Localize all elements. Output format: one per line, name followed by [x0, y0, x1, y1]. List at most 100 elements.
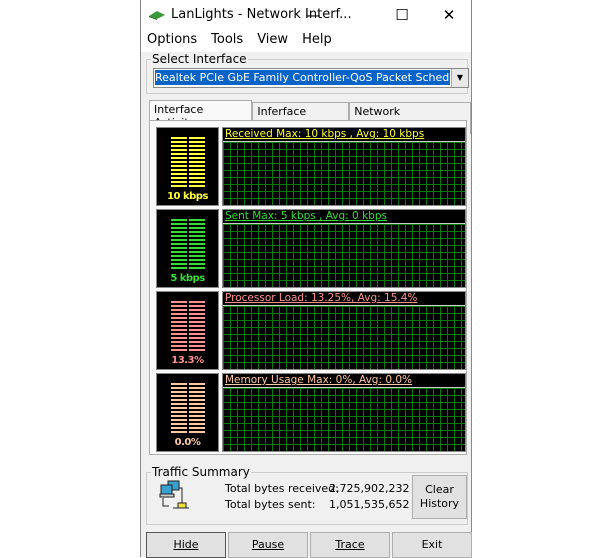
- meter-segment: [171, 395, 187, 397]
- menu-options[interactable]: Options: [147, 32, 197, 52]
- menu-bar: Options Tools View Help: [141, 32, 471, 52]
- received-meter: 10 kbps: [156, 127, 219, 206]
- meter-segment: [171, 301, 187, 303]
- meter-segment: [189, 399, 205, 401]
- meter-segment: [171, 399, 187, 401]
- sent-graph: Sent Max: 5 kbps , Avg: 0 kbps: [222, 209, 466, 288]
- interface-select[interactable]: Realtek PCIe GbE Family Controller-QoS P…: [153, 68, 469, 88]
- meter-segment: [189, 341, 205, 343]
- meter-segment: [189, 325, 205, 327]
- meter-segment: [189, 333, 205, 335]
- meter-segment: [171, 423, 187, 425]
- meter-segment: [171, 321, 187, 323]
- meter-segment: [171, 177, 187, 179]
- meter-segment: [171, 349, 187, 351]
- meter-segment: [189, 255, 205, 257]
- meter-segment: [189, 337, 205, 339]
- meter-segment: [189, 145, 205, 147]
- meter-segment: [189, 431, 205, 433]
- trace-button[interactable]: Trace: [310, 532, 390, 558]
- meter-segment: [171, 337, 187, 339]
- maximize-button[interactable]: ☐: [387, 4, 417, 26]
- meter-segment: [171, 411, 187, 413]
- meter-segment: [189, 403, 205, 405]
- meter-segment: [171, 325, 187, 327]
- meter-segment: [171, 333, 187, 335]
- meter-segment: [171, 149, 187, 151]
- meter-segment: [171, 161, 187, 163]
- meter-segment: [171, 165, 187, 167]
- meter-segment: [171, 145, 187, 147]
- meter-segment: [171, 267, 187, 269]
- meter-segment: [189, 301, 205, 303]
- received-graph: Received Max: 10 kbps , Avg: 10 kbps: [222, 127, 466, 206]
- processor-graph: Processor Load: 13.25%, Avg: 15.4%: [222, 291, 466, 370]
- meter-segment: [189, 423, 205, 425]
- meter-segment: [171, 227, 187, 229]
- memory-meter-bars: [171, 383, 205, 435]
- clear-history-line1: Clear: [425, 483, 454, 496]
- meter-segment: [189, 305, 205, 307]
- meter-segment: [171, 415, 187, 417]
- meter-segment: [189, 321, 205, 323]
- meter-segment: [171, 137, 187, 139]
- meter-segment: [189, 239, 205, 241]
- close-button[interactable]: ✕: [434, 4, 464, 26]
- meter-segment: [189, 345, 205, 347]
- meter-segment: [171, 235, 187, 237]
- received-value: 2,725,902,232: [329, 482, 410, 495]
- graph-grid: [223, 141, 465, 205]
- minimize-button[interactable]: —: [298, 4, 328, 26]
- meter-segment: [171, 313, 187, 315]
- meter-segment: [171, 391, 187, 393]
- meter-segment: [189, 251, 205, 253]
- meter-segment: [189, 267, 205, 269]
- clear-history-line2: History: [419, 497, 460, 510]
- meter-segment: [171, 387, 187, 389]
- meter-segment: [189, 329, 205, 331]
- pause-button[interactable]: Pause: [228, 532, 308, 558]
- meter-segment: [171, 419, 187, 421]
- meter-segment: [171, 239, 187, 241]
- menu-view[interactable]: View: [257, 32, 288, 52]
- meter-segment: [171, 383, 187, 385]
- meter-segment: [171, 247, 187, 249]
- meter-segment: [189, 181, 205, 183]
- hide-label: Hide: [173, 538, 199, 551]
- sent-meter-value: 5 kbps: [170, 273, 205, 284]
- interface-activity-panel: 10 kbps Received Max: 10 kbps , Avg: 10 k…: [149, 120, 467, 455]
- clear-history-button[interactable]: Clear History: [412, 475, 467, 519]
- trace-label: Trace: [335, 538, 365, 551]
- memory-graph-label: Memory Usage Max: 0%, Avg: 0.0%: [225, 374, 413, 386]
- graph-grid: [223, 223, 465, 287]
- meter-segment: [189, 223, 205, 225]
- meter-segment: [189, 411, 205, 413]
- meter-segment: [189, 165, 205, 167]
- meter-segment: [189, 235, 205, 237]
- meter-segment: [189, 309, 205, 311]
- dropdown-arrow-icon[interactable]: ▼: [451, 69, 468, 87]
- sent-graph-label: Sent Max: 5 kbps , Avg: 0 kbps: [225, 210, 387, 222]
- meter-segment: [189, 391, 205, 393]
- meter-segment: [189, 383, 205, 385]
- interface-select-value: Realtek PCIe GbE Family Controller-QoS P…: [154, 69, 451, 86]
- received-meter-value: 10 kbps: [167, 191, 208, 202]
- pause-label: Pause: [251, 538, 285, 551]
- meter-segment: [171, 329, 187, 331]
- menu-help[interactable]: Help: [302, 32, 332, 52]
- meter-segment: [189, 317, 205, 319]
- sent-meter: 5 kbps: [156, 209, 219, 288]
- meter-segment: [171, 251, 187, 253]
- processor-meter: 13.3%: [156, 291, 219, 370]
- meter-segment: [171, 223, 187, 225]
- hide-button[interactable]: Hide: [146, 532, 226, 558]
- exit-button[interactable]: Exit: [392, 532, 472, 558]
- memory-graph: Memory Usage Max: 0%, Avg: 0.0%: [222, 373, 466, 452]
- menu-tools[interactable]: Tools: [211, 32, 243, 52]
- processor-meter-value: 13.3%: [171, 355, 204, 366]
- meter-segment: [189, 141, 205, 143]
- meter-segment: [189, 227, 205, 229]
- meter-segment: [171, 259, 187, 261]
- memory-meter-value: 0.0%: [174, 437, 201, 448]
- traffic-summary-label: Traffic Summary: [152, 465, 250, 479]
